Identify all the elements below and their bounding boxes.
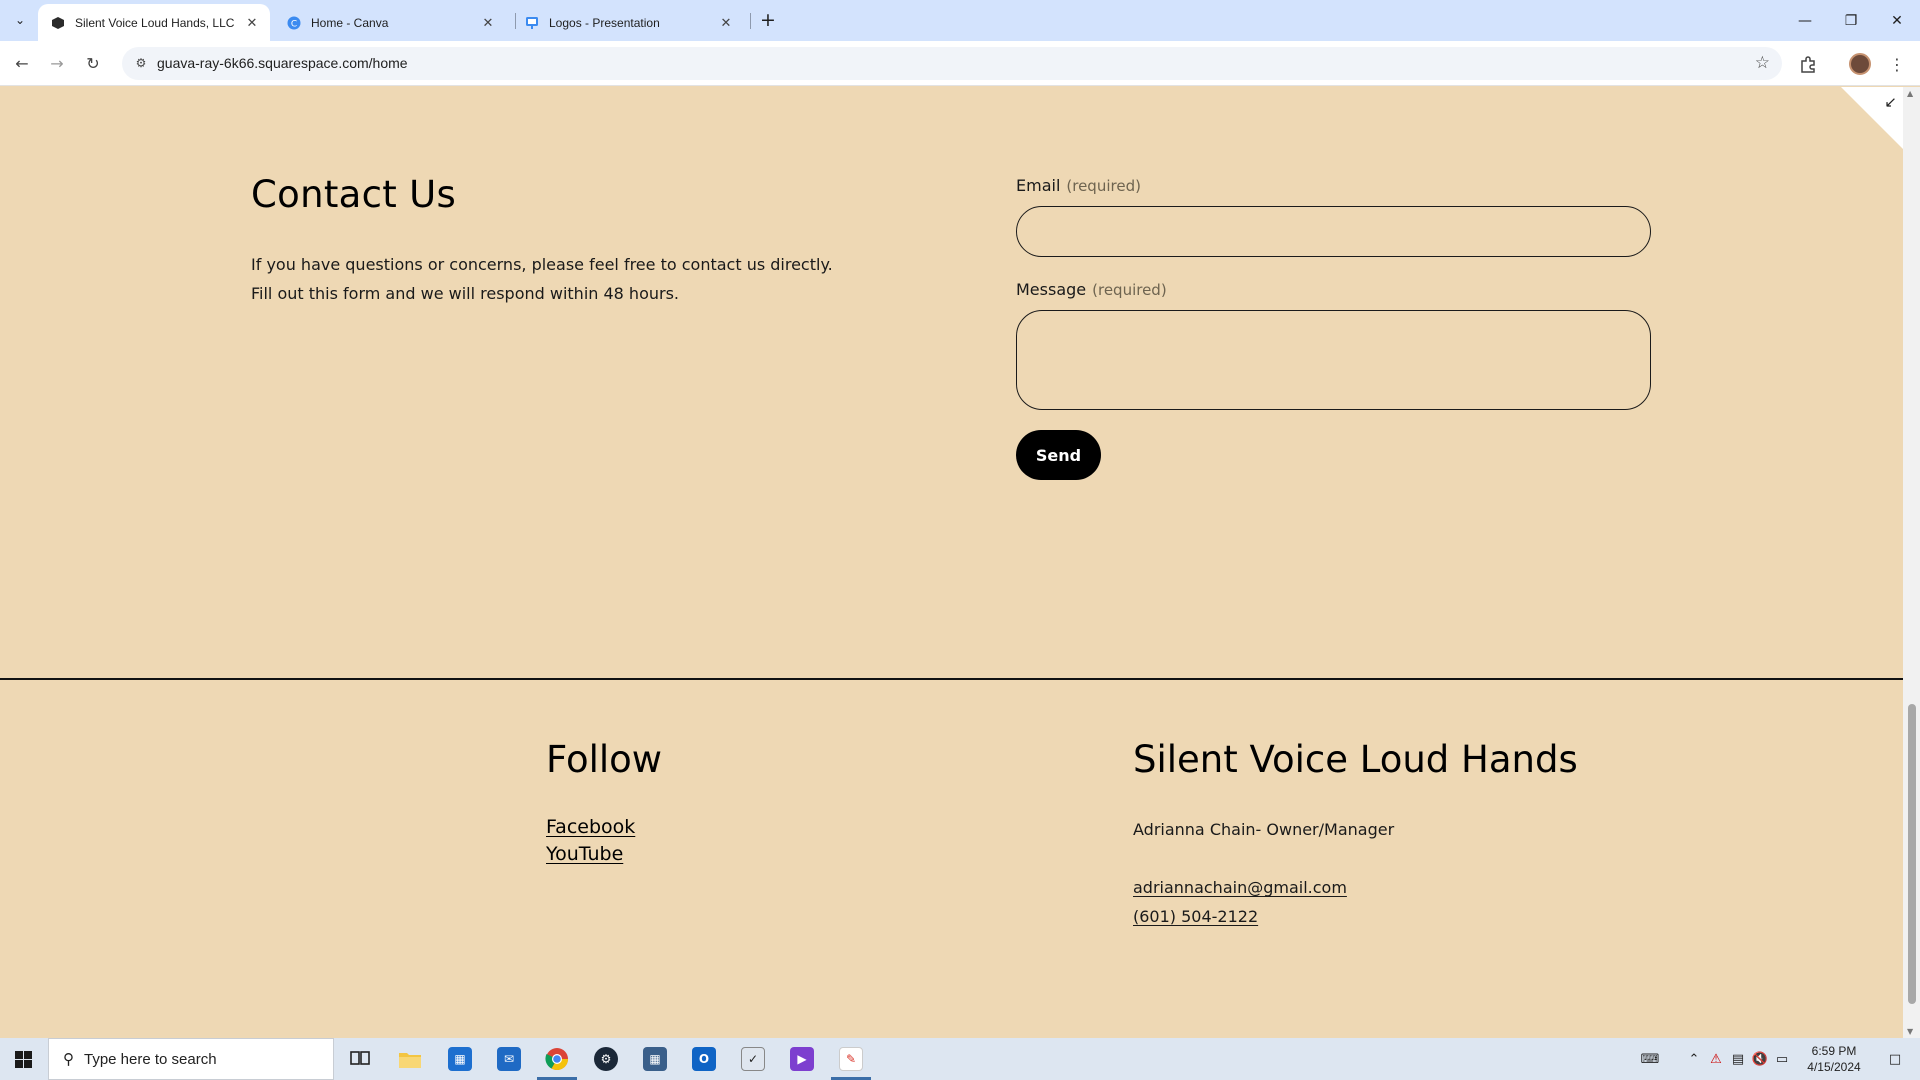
tab-separator xyxy=(750,13,751,29)
scroll-up-icon[interactable]: ▲ xyxy=(1907,89,1913,98)
squarespace-favicon-icon xyxy=(50,15,66,31)
new-tab-button[interactable]: + xyxy=(757,9,779,31)
clock-app-icon[interactable]: ✓ xyxy=(729,1038,777,1080)
outlook-icon[interactable]: O xyxy=(680,1038,728,1080)
site-info-icon[interactable]: ⚙ xyxy=(132,54,150,72)
contact-heading: Contact Us xyxy=(251,173,457,216)
owner-text: Adrianna Chain- Owner/Manager xyxy=(1133,820,1395,839)
profile-avatar[interactable] xyxy=(1847,51,1873,77)
mail-icon[interactable]: ✉ xyxy=(485,1038,533,1080)
brand-heading: Silent Voice Loud Hands xyxy=(1133,738,1578,781)
clipchamp-icon[interactable]: ▶ xyxy=(778,1038,826,1080)
close-icon[interactable]: ✕ xyxy=(480,15,496,31)
tab-canva-home[interactable]: C Home - Canva ✕ xyxy=(274,4,506,41)
required-tag: (required) xyxy=(1092,281,1167,299)
tab-logos-presentation[interactable]: Logos - Presentation ✕ xyxy=(512,4,744,41)
chevron-up-icon[interactable]: ⌃ xyxy=(1684,1038,1704,1080)
tab-strip: ⌄ Silent Voice Loud Hands, LLC ✕ C Home … xyxy=(0,0,1920,41)
security-icon[interactable]: ⚠ xyxy=(1706,1038,1726,1080)
chrome-icon[interactable] xyxy=(533,1038,581,1080)
youtube-link[interactable]: YouTube xyxy=(546,843,623,865)
tab-title: Silent Voice Loud Hands, LLC xyxy=(75,15,235,30)
calculator-icon[interactable]: ▦ xyxy=(631,1038,679,1080)
follow-heading: Follow xyxy=(546,738,663,781)
search-placeholder: Type here to search xyxy=(84,1050,217,1068)
email-field[interactable] xyxy=(1016,206,1651,257)
start-button[interactable] xyxy=(0,1038,46,1080)
bookmark-star-icon[interactable]: ☆ xyxy=(1755,53,1770,73)
extensions-icon[interactable] xyxy=(1795,51,1821,77)
taskbar-search[interactable]: ⚲ Type here to search xyxy=(48,1038,334,1080)
message-label-text: Message xyxy=(1016,280,1087,299)
chevron-down-icon: ⌄ xyxy=(14,13,26,27)
windows-logo-icon xyxy=(14,1050,32,1068)
address-bar[interactable]: ⚙ guava-ray-6k66.squarespace.com/home ☆ xyxy=(122,47,1782,80)
collapse-arrow-icon[interactable]: ↙ xyxy=(1884,93,1897,111)
clock-date: 4/15/2024 xyxy=(1807,1060,1861,1074)
scroll-thumb[interactable] xyxy=(1908,704,1916,1004)
email-link[interactable]: adriannachain@gmail.com xyxy=(1133,878,1347,897)
contact-description: If you have questions or concerns, pleas… xyxy=(251,250,891,308)
tab-title: Home - Canva xyxy=(311,15,389,30)
canva-favicon-icon: C xyxy=(286,15,302,31)
tab-silent-voice[interactable]: Silent Voice Loud Hands, LLC ✕ xyxy=(38,4,270,41)
forward-button[interactable]: → xyxy=(43,49,71,77)
keyboard-icon[interactable]: ⌨ xyxy=(1636,1038,1664,1080)
minimize-button[interactable]: — xyxy=(1782,0,1828,41)
send-button[interactable]: Send xyxy=(1016,430,1101,480)
url-text: guava-ray-6k66.squarespace.com/home xyxy=(157,55,408,71)
taskbar: ⚲ Type here to search ▦ ✉ ⚙ ▦ O ✓ ▶ ✎ ⌨ … xyxy=(0,1038,1920,1080)
phone-link[interactable]: (601) 504-2122 xyxy=(1133,907,1258,926)
tab-title: Logos - Presentation xyxy=(549,15,660,30)
browser-toolbar: ← → ↻ ⚙ guava-ray-6k66.squarespace.com/h… xyxy=(0,41,1920,86)
close-icon[interactable]: ✕ xyxy=(718,15,734,31)
message-label: Message (required) xyxy=(1016,280,1167,299)
system-clock[interactable]: 6:59 PM 4/15/2024 xyxy=(1795,1043,1873,1075)
contact-desc-line2: Fill out this form and we will respond w… xyxy=(251,284,679,303)
page-scrollbar[interactable]: ▲ ▼ xyxy=(1903,87,1920,1038)
message-field[interactable] xyxy=(1016,310,1651,410)
search-icon: ⚲ xyxy=(63,1051,74,1068)
restore-button[interactable]: ❐ xyxy=(1828,0,1874,41)
tab-search-button[interactable]: ⌄ xyxy=(8,8,32,32)
presentation-favicon-icon xyxy=(524,15,540,31)
clock-time: 6:59 PM xyxy=(1811,1044,1857,1058)
required-tag: (required) xyxy=(1066,177,1141,195)
reload-button[interactable]: ↻ xyxy=(79,49,107,77)
facebook-link[interactable]: Facebook xyxy=(546,816,635,838)
close-icon[interactable]: ✕ xyxy=(244,15,260,31)
microsoft-store-icon[interactable]: ▦ xyxy=(436,1038,484,1080)
window-close-button[interactable]: ✕ xyxy=(1874,0,1920,41)
steam-icon[interactable]: ⚙ xyxy=(582,1038,630,1080)
notification-icon[interactable]: □ xyxy=(1872,1038,1918,1080)
web-page: ↙ Contact Us If you have questions or co… xyxy=(0,87,1903,1038)
volume-muted-icon[interactable]: 🔇 xyxy=(1750,1038,1770,1080)
email-label-text: Email xyxy=(1016,176,1061,195)
contact-desc-line1: If you have questions or concerns, pleas… xyxy=(251,255,833,274)
more-menu-icon[interactable]: ⋮ xyxy=(1884,51,1910,77)
network-icon[interactable]: ▤ xyxy=(1728,1038,1748,1080)
scroll-down-icon[interactable]: ▼ xyxy=(1907,1027,1913,1036)
back-button[interactable]: ← xyxy=(8,49,36,77)
task-view-icon[interactable] xyxy=(336,1038,384,1080)
section-divider xyxy=(0,678,1903,680)
file-explorer-icon[interactable] xyxy=(386,1038,434,1080)
svg-text:C: C xyxy=(291,19,297,29)
battery-icon[interactable]: ▭ xyxy=(1772,1038,1792,1080)
email-label: Email (required) xyxy=(1016,176,1141,195)
paint-app-icon[interactable]: ✎ xyxy=(827,1038,875,1080)
